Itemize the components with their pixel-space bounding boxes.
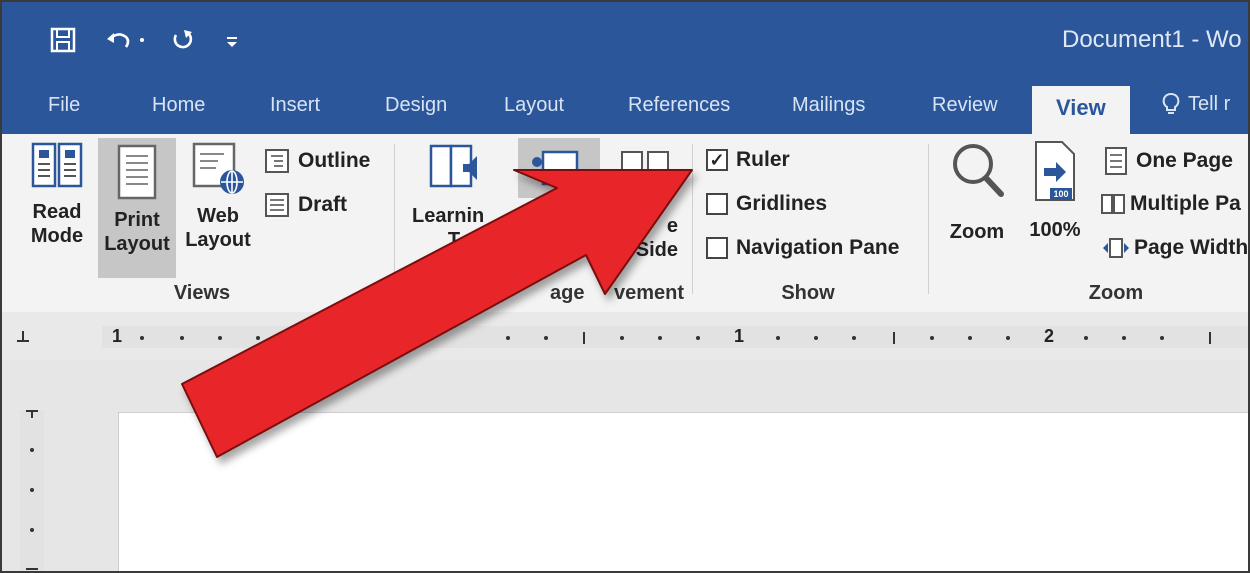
ruler-mark-1b: 1 bbox=[734, 326, 745, 346]
outline-label: Outline bbox=[298, 149, 371, 172]
multiple-pages-icon bbox=[1101, 194, 1125, 214]
tell-me[interactable]: Tell r bbox=[1162, 92, 1230, 116]
print-layout-label-1: Print bbox=[114, 209, 160, 231]
navigation-pane-checkbox[interactable]: Navigation Pane bbox=[706, 236, 899, 260]
learning-tools-button[interactable]: Learnin T bbox=[406, 138, 502, 252]
multiple-pages-label: Multiple Pa bbox=[1130, 192, 1241, 215]
side-to-side-label-2: Side bbox=[635, 239, 678, 261]
vertical-ruler-ticks bbox=[26, 410, 38, 570]
tab-insert[interactable]: Insert bbox=[270, 94, 320, 117]
side-to-side-button[interactable]: e Side bbox=[606, 138, 686, 262]
one-page-label: One Page bbox=[1136, 149, 1233, 172]
undo-icon[interactable] bbox=[104, 20, 148, 60]
web-layout-label-1: Web bbox=[197, 205, 239, 227]
separator bbox=[394, 144, 395, 294]
navigation-pane-label: Navigation Pane bbox=[736, 236, 900, 259]
tab-view[interactable]: View bbox=[1032, 86, 1130, 134]
web-layout-label-2: Layout bbox=[185, 229, 251, 251]
gridlines-check-icon[interactable] bbox=[706, 193, 728, 215]
separator bbox=[928, 144, 929, 294]
read-mode-button[interactable]: Read Mode bbox=[24, 138, 90, 248]
tab-mailings[interactable]: Mailings bbox=[792, 94, 865, 117]
ribbon: Read Mode Print Layout Web Layout Outlin… bbox=[2, 134, 1248, 313]
customize-qa-icon[interactable] bbox=[224, 20, 240, 60]
page-width-button[interactable]: Page Width bbox=[1102, 236, 1248, 260]
separator bbox=[692, 144, 693, 294]
zoom-100-button[interactable]: 100 100% bbox=[1024, 138, 1086, 242]
zoom-100-badge: 100 bbox=[1053, 189, 1068, 199]
multiple-pages-button[interactable]: Multiple Pa bbox=[1100, 192, 1241, 216]
tab-review[interactable]: Review bbox=[932, 94, 998, 117]
tab-layout[interactable]: Layout bbox=[504, 94, 564, 117]
draft-button[interactable]: Draft bbox=[264, 192, 347, 218]
outline-icon bbox=[265, 149, 289, 173]
ruler-checkbox[interactable]: ✓ Ruler bbox=[706, 148, 790, 172]
magnifier-icon bbox=[953, 144, 1004, 197]
ruler-label: Ruler bbox=[736, 148, 790, 171]
ribbon-tabs: File Home Insert Design Layout Reference… bbox=[2, 84, 1248, 134]
print-layout-icon bbox=[117, 144, 157, 200]
web-layout-button[interactable]: Web Layout bbox=[182, 138, 254, 252]
one-page-button[interactable]: One Page bbox=[1104, 146, 1233, 176]
vertical-page-icon bbox=[532, 150, 579, 186]
horizontal-ruler[interactable]: 1 1 2 bbox=[2, 312, 1248, 360]
tell-me-label: Tell r bbox=[1188, 92, 1231, 115]
gridlines-label: Gridlines bbox=[736, 192, 828, 215]
tab-references[interactable]: References bbox=[628, 94, 730, 117]
one-page-icon bbox=[1105, 147, 1127, 175]
learning-tools-label-1: Learnin bbox=[412, 205, 485, 227]
side-to-side-label-1: e bbox=[666, 215, 678, 237]
window-title: Document1 - Wo bbox=[1062, 26, 1242, 53]
show-group-label: Show bbox=[781, 282, 835, 304]
ruler-mark-1: 1 bbox=[112, 326, 123, 346]
outline-button[interactable]: Outline bbox=[264, 148, 370, 174]
tab-design[interactable]: Design bbox=[385, 94, 447, 117]
lightbulb-icon bbox=[1162, 93, 1180, 114]
page-movement-label-left: age bbox=[550, 282, 585, 304]
ruler-check-icon[interactable]: ✓ bbox=[706, 149, 728, 171]
read-mode-icon bbox=[31, 142, 83, 188]
vertical-movement-button[interactable] bbox=[518, 138, 600, 198]
word-window: Document1 - Wo File Home Insert Design L… bbox=[0, 0, 1250, 573]
page-width-icon bbox=[1103, 238, 1129, 258]
ruler-ticks bbox=[140, 332, 1211, 344]
document-page[interactable] bbox=[118, 412, 1248, 571]
zoom-100-icon: 100 bbox=[1035, 141, 1075, 201]
title-bar: Document1 - Wo bbox=[2, 2, 1248, 84]
vertical-ruler[interactable] bbox=[20, 410, 44, 571]
zoom-button[interactable]: Zoom bbox=[942, 138, 1012, 244]
learning-tools-icon bbox=[429, 144, 477, 188]
views-group-label: Views bbox=[173, 282, 231, 304]
page-movement-label-right: vement bbox=[614, 282, 685, 304]
document-canvas[interactable] bbox=[2, 360, 1248, 571]
print-layout-label-2: Layout bbox=[104, 233, 170, 255]
zoom-group-label: Zoom bbox=[1088, 282, 1144, 304]
gridlines-checkbox[interactable]: Gridlines bbox=[706, 192, 827, 216]
print-layout-button[interactable]: Print Layout bbox=[98, 138, 176, 278]
navigation-pane-check-icon[interactable] bbox=[706, 237, 728, 259]
read-mode-label-2: Mode bbox=[30, 225, 84, 247]
redo-icon[interactable] bbox=[170, 20, 196, 60]
zoom-label: Zoom bbox=[949, 221, 1005, 243]
tab-stop-selector-icon[interactable] bbox=[16, 330, 30, 344]
page-width-label: Page Width bbox=[1134, 236, 1249, 259]
ruler-mark-2: 2 bbox=[1044, 326, 1055, 346]
read-mode-label-1: Read bbox=[32, 201, 82, 223]
zoom-100-label: 100% bbox=[1029, 219, 1081, 241]
web-layout-icon bbox=[192, 142, 244, 194]
draft-icon bbox=[265, 193, 289, 217]
learning-tools-label-2: T bbox=[447, 229, 461, 251]
tab-home[interactable]: Home bbox=[152, 94, 205, 117]
draft-label: Draft bbox=[298, 193, 348, 216]
tab-file[interactable]: File bbox=[48, 94, 80, 117]
side-to-side-icon bbox=[621, 151, 669, 183]
save-icon[interactable] bbox=[50, 20, 76, 60]
